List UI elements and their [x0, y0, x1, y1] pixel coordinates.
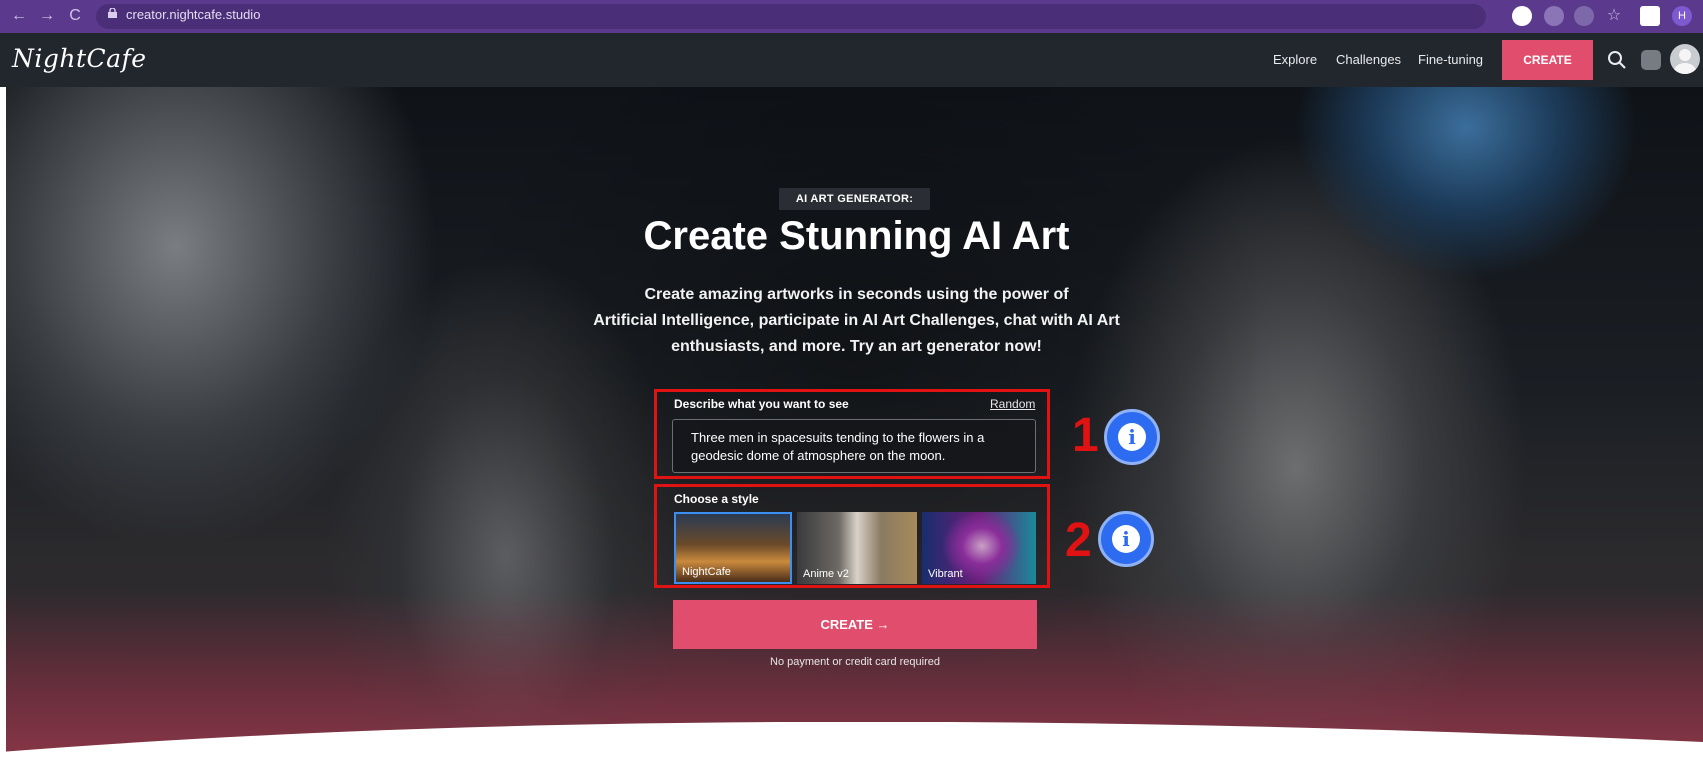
- info-icon[interactable]: i: [1104, 409, 1160, 465]
- random-prompt-link[interactable]: Random: [990, 397, 1035, 411]
- reload-button[interactable]: C: [64, 5, 86, 27]
- extension-icon[interactable]: [1544, 6, 1564, 26]
- nightcafe-logo[interactable]: NightCafe: [12, 44, 147, 73]
- annotation-number-1: 1: [1072, 409, 1099, 462]
- nav-fine-tuning[interactable]: Fine-tuning: [1418, 52, 1483, 67]
- create-button[interactable]: CREATE →: [673, 600, 1037, 649]
- sidebar-icon[interactable]: [1640, 6, 1660, 26]
- lock-icon: [108, 8, 117, 18]
- random-dice-icon[interactable]: [1641, 50, 1661, 70]
- info-icon[interactable]: i: [1098, 511, 1154, 567]
- no-payment-note: No payment or credit card required: [770, 656, 940, 668]
- nav-challenges[interactable]: Challenges: [1336, 52, 1401, 67]
- nav-explore[interactable]: Explore: [1273, 52, 1317, 67]
- style-option-nightcafe[interactable]: NightCafe: [674, 512, 792, 584]
- hero-wave-divider: [0, 722, 1703, 762]
- search-icon[interactable]: [1607, 50, 1627, 70]
- google-icon[interactable]: [1512, 6, 1532, 26]
- hero-subtitle: Create amazing artworks in seconds using…: [593, 286, 1120, 355]
- header-create-button[interactable]: CREATE: [1502, 40, 1593, 80]
- share-icon[interactable]: [1574, 6, 1594, 26]
- app-header: NightCafe Explore Challenges Fine-tuning…: [0, 33, 1703, 87]
- annotation-number-2: 2: [1065, 514, 1092, 567]
- style-option-label: Vibrant: [928, 568, 963, 580]
- hero-eyebrow: AI ART GENERATOR:: [779, 188, 930, 210]
- prompt-input[interactable]: Three men in spacesuits tending to the f…: [672, 419, 1036, 473]
- star-icon[interactable]: ☆: [1604, 6, 1624, 26]
- url-text[interactable]: creator.nightcafe.studio: [126, 7, 260, 22]
- page-title: Create Stunning AI Art: [643, 214, 1070, 258]
- style-option-label: Anime v2: [803, 568, 849, 580]
- style-option-label: NightCafe: [682, 566, 731, 578]
- user-silhouette-icon: [1674, 49, 1696, 74]
- style-label: Choose a style: [674, 492, 759, 506]
- profile-avatar[interactable]: H: [1672, 6, 1692, 26]
- address-bar[interactable]: [96, 4, 1486, 29]
- user-avatar[interactable]: [1670, 44, 1700, 74]
- style-option-anime-v2[interactable]: Anime v2: [797, 512, 917, 584]
- style-option-vibrant[interactable]: Vibrant: [922, 512, 1036, 584]
- back-button[interactable]: ←: [8, 5, 30, 27]
- prompt-label: Describe what you want to see: [674, 397, 849, 411]
- browser-toolbar: ← → C creator.nightcafe.studio ☆ H: [0, 0, 1703, 33]
- forward-button[interactable]: →: [36, 5, 58, 27]
